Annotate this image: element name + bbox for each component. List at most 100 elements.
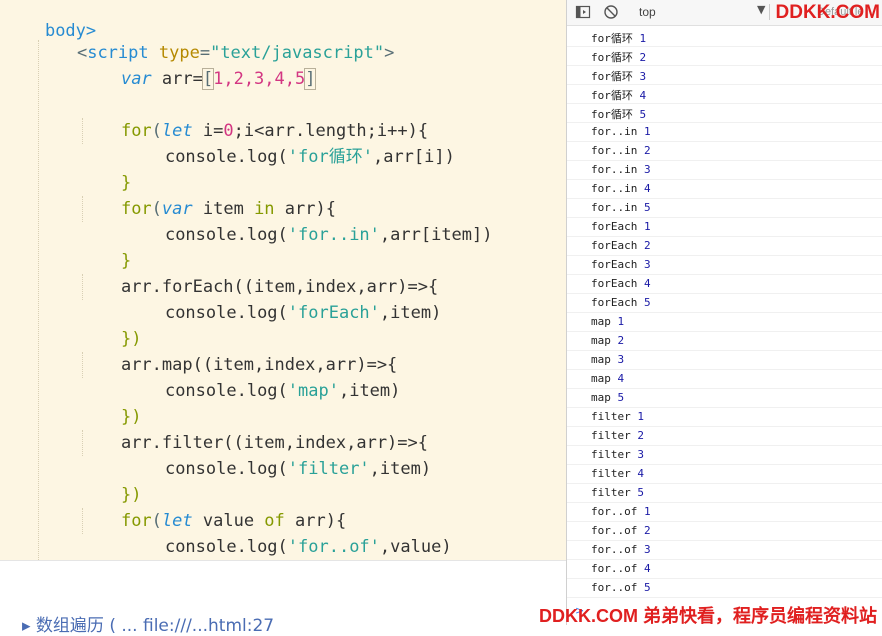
console-log-label: for..in bbox=[591, 201, 638, 214]
console-log-value: 5 bbox=[643, 201, 651, 214]
console-log-label: for..in bbox=[591, 144, 638, 157]
console-log-row: for循环 2 bbox=[567, 47, 882, 66]
clear-console-icon[interactable] bbox=[603, 4, 619, 20]
code-token: ,item) bbox=[369, 459, 432, 479]
console-log-label: for循环 bbox=[591, 70, 633, 83]
console-log-row: for..in 2 bbox=[567, 142, 882, 161]
code-line-filter-head: arr.filter((item,index,arr)=>{ bbox=[80, 404, 428, 453]
console-log-text: filter 2 bbox=[591, 429, 644, 442]
console-log-row: for..in 4 bbox=[567, 180, 882, 199]
code-token: arr= bbox=[151, 69, 203, 89]
console-log-row: map 4 bbox=[567, 370, 882, 389]
code-token: [ bbox=[201, 68, 215, 90]
console-log-label: for..in bbox=[591, 163, 638, 176]
code-token: var bbox=[120, 69, 152, 89]
code-line-filter-log: console.log('filter',item) bbox=[124, 430, 431, 479]
code-line-for-head: for(let i=0;i<arr.length;i++){ bbox=[80, 92, 428, 141]
console-log-row: filter 3 bbox=[567, 446, 882, 465]
console-log-row: map 3 bbox=[567, 351, 882, 370]
console-log-row: for..of 5 bbox=[567, 579, 882, 598]
console-log-row: filter 5 bbox=[567, 484, 882, 503]
code-line-forin-head: for(var item in arr){ bbox=[80, 170, 336, 219]
console-log-label: map bbox=[591, 315, 611, 328]
console-log-row: map 2 bbox=[567, 332, 882, 351]
code-line-close: }) bbox=[80, 300, 141, 349]
console-log-row: for..in 3 bbox=[567, 161, 882, 180]
console-log-value: 3 bbox=[643, 258, 651, 271]
console-log-value: 5 bbox=[617, 391, 625, 404]
code-token: console.log( bbox=[164, 147, 288, 167]
console-log-label: for..of bbox=[591, 581, 638, 594]
code-line-forof-head: for(let value of arr){ bbox=[80, 482, 346, 531]
console-log-label: forEach bbox=[591, 277, 638, 290]
console-log-label: for..of bbox=[591, 524, 638, 537]
console-log-value: 3 bbox=[643, 163, 651, 176]
console-log-value: 1 bbox=[643, 125, 651, 138]
console-log-label: for循环 bbox=[591, 51, 633, 64]
console-log-row: for循环 3 bbox=[567, 66, 882, 85]
code-line-map-log: console.log('map',item) bbox=[124, 352, 400, 401]
code-token: ,item) bbox=[379, 303, 442, 323]
console-log-row: forEach 3 bbox=[567, 256, 882, 275]
console-log-text: map 4 bbox=[591, 372, 624, 385]
code-token: 'for循环' bbox=[287, 147, 373, 167]
console-log-text: map 3 bbox=[591, 353, 624, 366]
console-log-text: map 5 bbox=[591, 391, 624, 404]
console-log-row: forEach 1 bbox=[567, 218, 882, 237]
console-log-label: filter bbox=[591, 448, 631, 461]
code-editor[interactable]: body> <script type="text/javascript"> va… bbox=[0, 0, 566, 560]
console-log-value: 4 bbox=[643, 562, 651, 575]
console-log-row: forEach 2 bbox=[567, 237, 882, 256]
code-line-close: } bbox=[80, 222, 131, 271]
chevron-down-icon[interactable]: ▼ bbox=[757, 3, 765, 16]
console-log-row: for..in 1 bbox=[567, 123, 882, 142]
console-log-value: 1 bbox=[617, 315, 625, 328]
call-stack-entry[interactable]: ▸ 数组遍历 ( ... file:///...html:27 bbox=[22, 611, 274, 636]
code-line-close: }) bbox=[80, 456, 141, 505]
console-log-text: forEach 5 bbox=[591, 296, 651, 309]
context-selector[interactable]: top bbox=[639, 5, 656, 19]
code-line-script-tag: <script type="text/javascript"> bbox=[36, 14, 394, 63]
console-log-text: for..of 1 bbox=[591, 505, 651, 518]
code-token: ,value) bbox=[379, 537, 452, 557]
console-log-row: for..of 1 bbox=[567, 503, 882, 522]
console-log-text: for..of 3 bbox=[591, 543, 651, 556]
code-token: ,arr[item]) bbox=[379, 225, 493, 245]
lower-panel: ▸ 数组遍历 ( ... file:///...html:27 bbox=[0, 560, 566, 636]
code-line-forof-log: console.log('for..of',value) bbox=[124, 508, 452, 557]
console-log-row: filter 4 bbox=[567, 465, 882, 484]
code-line-close: } bbox=[80, 534, 131, 560]
console-log-value: 1 bbox=[637, 410, 644, 423]
code-line-for-log: console.log('for循环',arr[i]) bbox=[124, 118, 455, 167]
code-token: 'filter' bbox=[287, 459, 370, 479]
console-log-label: for..of bbox=[591, 543, 638, 556]
code-line-close: } bbox=[80, 144, 131, 193]
code-token: > bbox=[384, 43, 395, 63]
console-log-label: map bbox=[591, 353, 611, 366]
console-log-text: filter 3 bbox=[591, 448, 644, 461]
console-log-text: map 2 bbox=[591, 334, 624, 347]
indent-guide bbox=[38, 40, 39, 560]
console-log-label: map bbox=[591, 372, 611, 385]
console-log-label: map bbox=[591, 334, 611, 347]
console-log-value: 2 bbox=[643, 239, 651, 252]
code-line-forin-log: console.log('for..in',arr[item]) bbox=[124, 196, 493, 245]
watermark-bottom: DDKK.COM 弟弟快看，程序员编程资料站 bbox=[539, 606, 877, 626]
console-log-value: 1 bbox=[643, 505, 651, 518]
console-log-value: 2 bbox=[639, 51, 647, 64]
console-log-value: 3 bbox=[639, 70, 647, 83]
code-token: 'map' bbox=[287, 381, 339, 401]
code-line-foreach-head: arr.forEach((item,index,arr)=>{ bbox=[80, 248, 438, 297]
console-log-text: filter 1 bbox=[591, 410, 644, 423]
console-log-text: for循环 4 bbox=[591, 87, 646, 103]
sidebar-toggle-icon[interactable] bbox=[575, 4, 591, 20]
code-line-arr-decl: var arr=[1,2,3,4,5] bbox=[80, 40, 317, 90]
code-line-foreach-log: console.log('forEach',item) bbox=[124, 274, 441, 323]
console-log-text: forEach 3 bbox=[591, 258, 651, 271]
code-line-close: }) bbox=[80, 378, 141, 427]
console-log-label: forEach bbox=[591, 220, 638, 233]
console-log-value: 2 bbox=[643, 524, 651, 537]
code-token: ,item) bbox=[338, 381, 401, 401]
console-log-label: forEach bbox=[591, 258, 638, 271]
console-log-text: map 1 bbox=[591, 315, 624, 328]
